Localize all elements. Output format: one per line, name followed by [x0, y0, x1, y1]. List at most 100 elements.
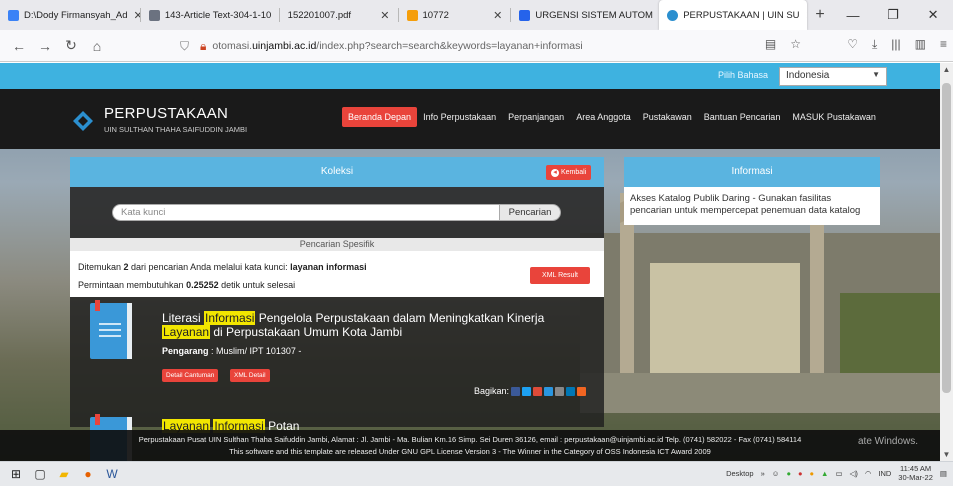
scroll-thumb[interactable] [942, 83, 951, 393]
site-brand[interactable]: PERPUSTAKAAN [104, 105, 228, 122]
menu-masuk[interactable]: MASUK Pustakawan [786, 107, 882, 127]
reload-icon[interactable]: ↻ [58, 37, 84, 54]
info-text: Akses Katalog Publik Daring - Gunakan fa… [624, 187, 880, 225]
reddit-icon[interactable] [555, 386, 565, 396]
site-header: PERPUSTAKAAN UIN SULTHAN THAHA SAIFUDDIN… [0, 89, 940, 149]
info-header: Informasi [624, 157, 880, 187]
network-icon[interactable]: ▭ [835, 469, 842, 478]
volume-icon[interactable]: ◁) [850, 469, 858, 478]
close-window-icon[interactable]: ✕ [913, 7, 953, 23]
file-explorer-icon[interactable]: ▰ [52, 467, 76, 481]
facebook-icon[interactable] [511, 386, 521, 396]
taskbar: ⊞ ▢ ▰ ● W Desktop » ☺ ● ● ● ▲ ▭ ◁) ◠ IND… [0, 461, 953, 486]
window-controls: — ❐ ✕ [833, 0, 953, 30]
chevron-right-icon[interactable]: » [761, 469, 765, 478]
browser-tab[interactable]: URGENSI SISTEM AUTOM ✕ [511, 0, 659, 30]
maximize-icon[interactable]: ❐ [873, 7, 913, 23]
home-icon[interactable]: ⌂ [84, 38, 110, 54]
menu-beranda[interactable]: Beranda Depan [342, 107, 418, 127]
page-scrollbar[interactable]: ▲ ▼ [940, 63, 953, 461]
result-list: Literasi Informasi Pengelola Perpustakaa… [70, 297, 604, 461]
share-bar: Bagikan: [474, 386, 587, 396]
search-button[interactable]: Pencarian [499, 204, 561, 221]
tray-app-icon[interactable]: ● [810, 469, 815, 478]
browser-tab[interactable]: D:\Dody Firmansyah_Ad ✕ [0, 0, 140, 30]
sidebar-icon[interactable]: ▥ [915, 37, 926, 52]
menu-bantuan[interactable]: Bantuan Pencarian [698, 107, 787, 127]
task-view-icon[interactable]: ▢ [28, 467, 52, 481]
menu-pustakawan[interactable]: Pustakawan [637, 107, 698, 127]
library-icon [667, 9, 679, 21]
close-tab-icon[interactable]: ✕ [127, 9, 139, 22]
menu-icon[interactable]: ≡ [940, 37, 947, 52]
bookmark-star-icon[interactable]: ☆ [790, 37, 801, 51]
back-icon[interactable]: ← [6, 38, 32, 54]
library-logo[interactable] [72, 110, 94, 132]
address-bar[interactable]: ⛉ 🔒︎ otomasi. uinjambi.ac.id/index.php?se… [180, 34, 788, 58]
doc-icon [519, 9, 531, 21]
result-author: Pengarang : Muslim/ IPT 101307 - [162, 346, 302, 356]
tray-app-icon[interactable]: ● [786, 469, 791, 478]
menu-perpanjangan[interactable]: Perpanjangan [502, 107, 570, 127]
result-info: Ditemukan 2 dari pencarian Anda melalui … [70, 251, 604, 297]
browser-tab-bar: D:\Dody Firmansyah_Ad ✕ 143-Article Text… [0, 0, 953, 30]
linkedin-icon[interactable] [566, 386, 576, 396]
scroll-down-icon[interactable]: ▼ [940, 450, 953, 459]
digg-icon[interactable] [544, 386, 554, 396]
activate-windows-watermark: ate Windows. [858, 436, 919, 447]
koleksi-header: Koleksi [70, 157, 604, 187]
back-arrow-icon: ◂ [551, 169, 559, 177]
library-shelf-icon[interactable]: ||| [891, 37, 900, 52]
browser-tab[interactable]: 152201007.pdf ✕ [280, 0, 398, 30]
new-tab-icon[interactable]: + [807, 6, 833, 24]
reader-icon[interactable]: ▤ [765, 37, 776, 51]
people-icon[interactable]: ☺ [772, 469, 780, 478]
result-title[interactable]: Literasi Informasi Pengelola Perpustakaa… [162, 311, 582, 339]
webpage: Pilih Bahasa Indonesia ▼ PERPUSTAKAAN UI… [0, 63, 940, 461]
minimize-icon[interactable]: — [833, 8, 873, 23]
browser-tab[interactable]: 10772 ✕ [399, 0, 511, 30]
pocket-icon[interactable]: ♡ [847, 37, 858, 52]
site-footer: Perpustakaan Pusat UIN Sulthan Thaha Sai… [0, 430, 940, 461]
menu-info[interactable]: Info Perpustakaan [417, 107, 502, 127]
wifi-icon[interactable]: ◠ [865, 469, 872, 478]
folder-icon [8, 9, 19, 21]
page-icon [406, 9, 418, 21]
windows-start-icon[interactable]: ⊞ [4, 467, 28, 481]
browser-tab[interactable]: 143-Article Text-304-1-10 [141, 0, 279, 30]
lock-icon: 🔒︎ [200, 38, 207, 53]
word-icon[interactable]: W [100, 467, 124, 481]
notification-icon[interactable]: ▤ [940, 469, 947, 478]
stumbleupon-icon[interactable] [577, 386, 587, 396]
clock[interactable]: 11:45 AM 30-Mar-22 [898, 464, 933, 482]
firefox-icon[interactable]: ● [76, 467, 100, 481]
detail-cantuman-button[interactable]: Detail Cantuman [162, 369, 219, 382]
system-tray: Desktop » ☺ ● ● ● ▲ ▭ ◁) ◠ IND 11:45 AM … [726, 464, 947, 482]
scroll-up-icon[interactable]: ▲ [940, 65, 953, 74]
tray-app-icon[interactable]: ● [798, 469, 803, 478]
browser-tab-active[interactable]: PERPUSTAKAAN | UIN SU ✕ [659, 0, 808, 30]
close-tab-icon[interactable]: ✕ [800, 9, 808, 22]
advanced-search-link[interactable]: Pencarian Spesifik [70, 238, 604, 251]
google-plus-icon[interactable] [533, 386, 543, 396]
book-icon [90, 300, 132, 359]
site-brand-subtitle: UIN SULTHAN THAHA SAIFUDDIN JAMBI [104, 125, 248, 134]
language-label: Pilih Bahasa [718, 70, 769, 80]
shield-icon: ⛉ [180, 38, 190, 53]
search-input[interactable]: Kata kunci [112, 204, 500, 221]
download-icon[interactable]: ⤓ [872, 37, 877, 52]
close-tab-icon[interactable]: ✕ [487, 9, 502, 22]
language-select[interactable]: Indonesia ▼ [779, 67, 887, 86]
browser-nav-bar: ← → ↻ ⌂ ⛉ 🔒︎ otomasi. uinjambi.ac.id/inde… [0, 30, 953, 62]
chevron-down-icon: ▼ [872, 70, 880, 79]
main-menu: Beranda Depan Info Perpustakaan Perpanja… [342, 107, 882, 127]
menu-area-anggota[interactable]: Area Anggota [570, 107, 637, 127]
xml-detail-button[interactable]: XML Detail [230, 369, 270, 382]
twitter-icon[interactable] [522, 386, 532, 396]
xml-result-button[interactable]: XML Result [530, 267, 590, 284]
tray-app-icon[interactable]: ▲ [821, 469, 828, 478]
forward-icon[interactable]: → [32, 38, 58, 54]
pdf-icon [148, 9, 160, 21]
back-button[interactable]: ◂ Kembali [546, 165, 592, 180]
close-tab-icon[interactable]: ✕ [374, 9, 389, 22]
